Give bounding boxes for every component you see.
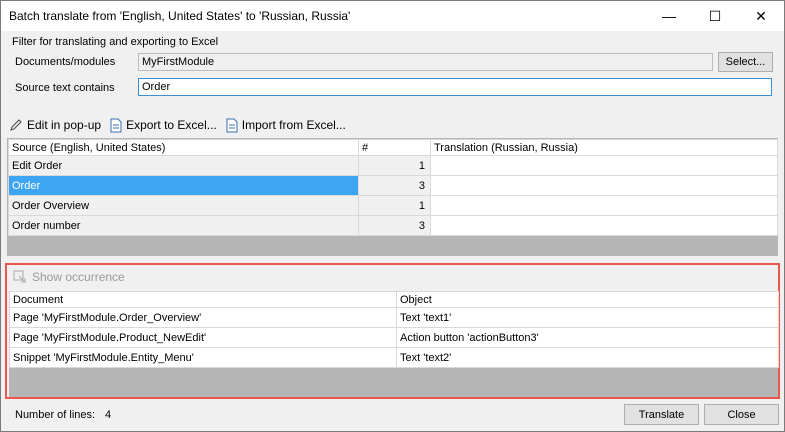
object-cell[interactable]: Text 'text2' — [396, 347, 779, 368]
column-header-translation[interactable]: Translation (Russian, Russia) — [430, 139, 778, 156]
number-of-lines-label: Number of lines: — [15, 409, 96, 421]
pencil-icon — [10, 119, 22, 131]
occurrence-panel: Show occurrence Document Object Page 'My… — [5, 263, 780, 399]
object-cell[interactable]: Action button 'actionButton3' — [396, 327, 779, 348]
show-occurrence-button[interactable]: Show occurrence — [13, 270, 125, 284]
translation-cell[interactable] — [430, 215, 778, 236]
table-row[interactable]: Order number 3 — [8, 215, 778, 236]
column-header-count[interactable]: # — [358, 139, 431, 156]
import-from-excel-label: Import from Excel... — [241, 118, 346, 132]
maximize-button[interactable]: ☐ — [692, 1, 738, 31]
translation-grid: Source (English, United States) # Transl… — [7, 138, 778, 256]
translation-header-row: Source (English, United States) # Transl… — [8, 139, 778, 156]
select-button[interactable]: Select... — [718, 52, 773, 72]
table-row[interactable]: Order Overview 1 — [8, 195, 778, 216]
filter-group: Filter for translating and exporting to … — [7, 34, 779, 101]
window-title: Batch translate from 'English, United St… — [9, 9, 351, 23]
edit-in-popup-label: Edit in pop-up — [27, 118, 102, 132]
column-header-document[interactable]: Document — [9, 291, 397, 308]
source-cell[interactable]: Order Overview — [8, 195, 359, 216]
table-row[interactable]: Page 'MyFirstModule.Product_NewEdit' Act… — [9, 327, 779, 348]
occurrence-grid: Document Object Page 'MyFirstModule.Orde… — [9, 291, 779, 397]
source-cell[interactable]: Edit Order — [8, 155, 359, 176]
document-import-icon — [226, 118, 238, 132]
close-button[interactable]: Close — [704, 404, 779, 425]
table-row[interactable]: Page 'MyFirstModule.Order_Overview' Text… — [9, 307, 779, 328]
filter-legend: Filter for translating and exporting to … — [12, 36, 219, 48]
translation-cell[interactable] — [430, 175, 778, 196]
translate-button[interactable]: Translate — [624, 404, 699, 425]
export-to-excel-label: Export to Excel... — [126, 118, 217, 132]
close-window-button[interactable]: ✕ — [738, 1, 784, 31]
occurrence-table: Document Object Page 'MyFirstModule.Orde… — [9, 291, 779, 368]
title-bar[interactable]: Batch translate from 'English, United St… — [1, 1, 784, 31]
source-text-input[interactable]: Order — [138, 78, 772, 96]
translation-cell[interactable] — [430, 155, 778, 176]
translation-cell[interactable] — [430, 195, 778, 216]
export-to-excel-button[interactable]: Export to Excel... — [110, 118, 217, 133]
count-cell: 1 — [358, 155, 431, 176]
occurrence-header-row: Document Object — [9, 291, 779, 308]
count-cell: 3 — [358, 215, 431, 236]
import-from-excel-button[interactable]: Import from Excel... — [226, 118, 346, 133]
column-header-source[interactable]: Source (English, United States) — [8, 139, 359, 156]
count-cell: 1 — [358, 195, 431, 216]
document-cell[interactable]: Page 'MyFirstModule.Order_Overview' — [9, 307, 397, 328]
column-header-object[interactable]: Object — [396, 291, 779, 308]
source-cell[interactable]: Order — [8, 175, 359, 196]
document-cell[interactable]: Page 'MyFirstModule.Product_NewEdit' — [9, 327, 397, 348]
documents-field[interactable]: MyFirstModule — [138, 53, 713, 71]
show-occurrence-icon — [13, 270, 26, 283]
translation-table: Source (English, United States) # Transl… — [8, 139, 778, 236]
edit-in-popup-button[interactable]: Edit in pop-up — [9, 118, 101, 132]
translation-toolbar: Edit in pop-up Export to Excel... Import… — [9, 116, 355, 134]
source-text-label: Source text contains — [15, 82, 115, 94]
document-export-icon — [110, 118, 122, 132]
number-of-lines-value: 4 — [105, 409, 112, 421]
minimize-button[interactable]: — — [646, 1, 692, 31]
batch-translate-dialog: Batch translate from 'English, United St… — [0, 0, 785, 432]
table-row-selected[interactable]: Order 3 — [8, 175, 778, 196]
count-cell: 3 — [358, 175, 431, 196]
source-cell[interactable]: Order number — [8, 215, 359, 236]
show-occurrence-label: Show occurrence — [32, 270, 125, 284]
object-cell[interactable]: Text 'text1' — [396, 307, 779, 328]
document-cell[interactable]: Snippet 'MyFirstModule.Entity_Menu' — [9, 347, 397, 368]
documents-label: Documents/modules — [15, 56, 116, 68]
table-row[interactable]: Edit Order 1 — [8, 155, 778, 176]
table-row[interactable]: Snippet 'MyFirstModule.Entity_Menu' Text… — [9, 347, 779, 368]
